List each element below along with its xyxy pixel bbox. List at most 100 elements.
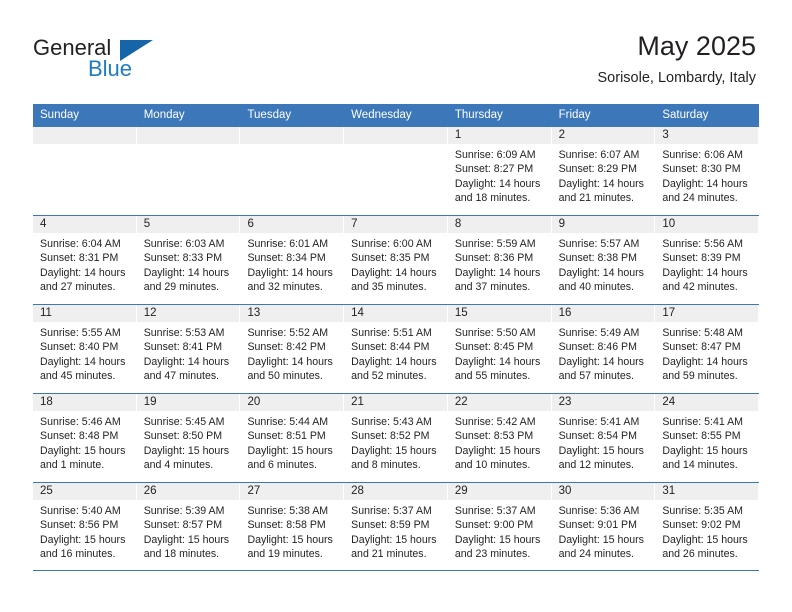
- day-cell[interactable]: 28 Sunrise: 5:37 AM Sunset: 8:59 PM Dayl…: [344, 483, 448, 570]
- sunrise-text: Sunrise: 5:38 AM: [247, 505, 329, 517]
- day-info: [137, 144, 240, 148]
- day-cell[interactable]: 3 Sunrise: 6:06 AM Sunset: 8:30 PM Dayli…: [655, 127, 760, 215]
- sunrise-text: Sunrise: 6:00 AM: [351, 238, 432, 250]
- sunrise-text: Sunrise: 5:41 AM: [558, 416, 640, 428]
- day-number: 10: [655, 216, 759, 233]
- day-info: Sunrise: 5:43 AM Sunset: 8:52 PM Dayligh…: [344, 411, 447, 473]
- sunrise-text: Sunrise: 5:35 AM: [662, 505, 743, 517]
- sunset-text: Sunset: 8:41 PM: [143, 341, 223, 354]
- day-number: 13: [240, 305, 344, 322]
- sunset-text: Sunset: 8:45 PM: [454, 341, 534, 354]
- sunrise-text: Sunrise: 5:45 AM: [143, 416, 225, 428]
- day-number: 27: [240, 483, 344, 500]
- day-cell[interactable]: 8 Sunrise: 5:59 AM Sunset: 8:36 PM Dayli…: [447, 216, 552, 304]
- day-info: Sunrise: 5:56 AM Sunset: 8:39 PM Dayligh…: [655, 233, 758, 295]
- day-info: Sunrise: 6:03 AM Sunset: 8:33 PM Dayligh…: [137, 233, 240, 295]
- day-cell[interactable]: 21 Sunrise: 5:43 AM Sunset: 8:52 PM Dayl…: [344, 394, 448, 482]
- day-cell[interactable]: 5 Sunrise: 6:03 AM Sunset: 8:33 PM Dayli…: [136, 216, 241, 304]
- day-info: [33, 144, 136, 148]
- day-cell[interactable]: 19 Sunrise: 5:45 AM Sunset: 8:50 PM Dayl…: [136, 394, 241, 482]
- day-info: Sunrise: 5:37 AM Sunset: 9:00 PM Dayligh…: [448, 500, 551, 562]
- day-cell[interactable]: [136, 127, 241, 215]
- day-number: 2: [551, 127, 655, 144]
- day-cell[interactable]: [33, 127, 137, 215]
- day-cell[interactable]: 13 Sunrise: 5:52 AM Sunset: 8:42 PM Dayl…: [240, 305, 345, 393]
- sunrise-text: Sunrise: 5:36 AM: [558, 505, 640, 517]
- daylight-text: Daylight: 15 hours and 24 minutes.: [558, 533, 644, 561]
- weekday-header-friday: Friday: [558, 109, 591, 121]
- generalblue-logo[interactable]: General Blue: [33, 36, 213, 88]
- sunrise-text: Sunrise: 5:50 AM: [454, 327, 536, 339]
- day-number: 20: [240, 394, 344, 411]
- day-cell[interactable]: 20 Sunrise: 5:44 AM Sunset: 8:51 PM Dayl…: [240, 394, 345, 482]
- day-cell[interactable]: 16 Sunrise: 5:49 AM Sunset: 8:46 PM Dayl…: [551, 305, 656, 393]
- week-row: 18 Sunrise: 5:46 AM Sunset: 8:48 PM Dayl…: [33, 393, 760, 482]
- day-number: 9: [551, 216, 655, 233]
- daylight-text: Daylight: 15 hours and 10 minutes.: [454, 444, 541, 472]
- day-info: Sunrise: 5:51 AM Sunset: 8:44 PM Dayligh…: [344, 322, 447, 384]
- day-cell[interactable]: 29 Sunrise: 5:37 AM Sunset: 9:00 PM Dayl…: [447, 483, 552, 570]
- day-cell[interactable]: [240, 127, 345, 215]
- sunset-text: Sunset: 8:54 PM: [558, 430, 637, 443]
- day-info: Sunrise: 5:52 AM Sunset: 8:42 PM Dayligh…: [240, 322, 343, 384]
- day-cell[interactable]: 9 Sunrise: 5:57 AM Sunset: 8:38 PM Dayli…: [551, 216, 656, 304]
- day-number: 25: [33, 483, 136, 500]
- day-number: 28: [344, 483, 447, 500]
- day-cell[interactable]: 23 Sunrise: 5:41 AM Sunset: 8:54 PM Dayl…: [551, 394, 656, 482]
- title-block: May 2025 Sorisole, Lombardy, Italy: [598, 30, 757, 88]
- day-cell[interactable]: 10 Sunrise: 5:56 AM Sunset: 8:39 PM Dayl…: [655, 216, 760, 304]
- day-number: 31: [655, 483, 759, 500]
- week-row: 1 Sunrise: 6:09 AM Sunset: 8:27 PM Dayli…: [33, 126, 760, 215]
- day-cell[interactable]: 1 Sunrise: 6:09 AM Sunset: 8:27 PM Dayli…: [447, 127, 552, 215]
- daylight-text: Daylight: 14 hours and 32 minutes.: [247, 266, 333, 294]
- day-cell[interactable]: [344, 127, 448, 215]
- day-number: 4: [33, 216, 136, 233]
- sunrise-text: Sunrise: 6:03 AM: [143, 238, 225, 250]
- daylight-text: Daylight: 15 hours and 8 minutes.: [351, 444, 437, 472]
- daylight-text: Daylight: 14 hours and 47 minutes.: [143, 355, 230, 383]
- day-cell[interactable]: 27 Sunrise: 5:38 AM Sunset: 8:58 PM Dayl…: [240, 483, 345, 570]
- day-cell[interactable]: 30 Sunrise: 5:36 AM Sunset: 9:01 PM Dayl…: [551, 483, 656, 570]
- weekday-header-row: Sunday Monday Tuesday Wednesday Thursday…: [33, 104, 759, 126]
- sunrise-text: Sunrise: 5:40 AM: [40, 505, 121, 517]
- sunset-text: Sunset: 8:53 PM: [454, 430, 534, 443]
- day-cell[interactable]: 7 Sunrise: 6:00 AM Sunset: 8:35 PM Dayli…: [344, 216, 448, 304]
- day-number: 17: [655, 305, 759, 322]
- sunset-text: Sunset: 9:02 PM: [662, 519, 741, 532]
- sunset-text: Sunset: 8:35 PM: [351, 252, 430, 265]
- sunrise-text: Sunrise: 5:46 AM: [40, 416, 121, 428]
- day-cell[interactable]: 15 Sunrise: 5:50 AM Sunset: 8:45 PM Dayl…: [447, 305, 552, 393]
- page-title: May 2025: [637, 31, 756, 61]
- sunset-text: Sunset: 8:46 PM: [558, 341, 637, 354]
- sunrise-text: Sunrise: 6:06 AM: [662, 149, 743, 161]
- sunrise-text: Sunrise: 5:44 AM: [247, 416, 329, 428]
- day-number: 23: [551, 394, 655, 411]
- day-number: 30: [551, 483, 655, 500]
- sunrise-text: Sunrise: 5:53 AM: [143, 327, 225, 339]
- sunrise-text: Sunrise: 5:41 AM: [662, 416, 743, 428]
- day-cell[interactable]: 14 Sunrise: 5:51 AM Sunset: 8:44 PM Dayl…: [344, 305, 448, 393]
- day-cell[interactable]: 24 Sunrise: 5:41 AM Sunset: 8:55 PM Dayl…: [655, 394, 760, 482]
- day-cell[interactable]: 6 Sunrise: 6:01 AM Sunset: 8:34 PM Dayli…: [240, 216, 345, 304]
- day-cell[interactable]: 12 Sunrise: 5:53 AM Sunset: 8:41 PM Dayl…: [136, 305, 241, 393]
- day-cell[interactable]: 31 Sunrise: 5:35 AM Sunset: 9:02 PM Dayl…: [655, 483, 760, 570]
- sunset-text: Sunset: 8:39 PM: [662, 252, 741, 265]
- day-cell[interactable]: 26 Sunrise: 5:39 AM Sunset: 8:57 PM Dayl…: [136, 483, 241, 570]
- day-cell[interactable]: 22 Sunrise: 5:42 AM Sunset: 8:53 PM Dayl…: [447, 394, 552, 482]
- day-cell[interactable]: 4 Sunrise: 6:04 AM Sunset: 8:31 PM Dayli…: [33, 216, 137, 304]
- day-cell[interactable]: 17 Sunrise: 5:48 AM Sunset: 8:47 PM Dayl…: [655, 305, 760, 393]
- day-cell[interactable]: 25 Sunrise: 5:40 AM Sunset: 8:56 PM Dayl…: [33, 483, 137, 570]
- day-cell[interactable]: 2 Sunrise: 6:07 AM Sunset: 8:29 PM Dayli…: [551, 127, 656, 215]
- day-info: Sunrise: 6:04 AM Sunset: 8:31 PM Dayligh…: [33, 233, 136, 295]
- day-cell[interactable]: 18 Sunrise: 5:46 AM Sunset: 8:48 PM Dayl…: [33, 394, 137, 482]
- day-info: Sunrise: 6:00 AM Sunset: 8:35 PM Dayligh…: [344, 233, 447, 295]
- sunset-text: Sunset: 8:57 PM: [143, 519, 223, 532]
- daylight-text: Daylight: 14 hours and 27 minutes.: [40, 266, 126, 294]
- sunset-text: Sunset: 8:42 PM: [247, 341, 326, 354]
- daylight-text: Daylight: 15 hours and 12 minutes.: [558, 444, 644, 472]
- day-number: 18: [33, 394, 136, 411]
- day-cell[interactable]: 11 Sunrise: 5:55 AM Sunset: 8:40 PM Dayl…: [33, 305, 137, 393]
- sunrise-text: Sunrise: 5:48 AM: [662, 327, 743, 339]
- day-number: 12: [136, 305, 240, 322]
- sunrise-text: Sunrise: 5:37 AM: [351, 505, 432, 517]
